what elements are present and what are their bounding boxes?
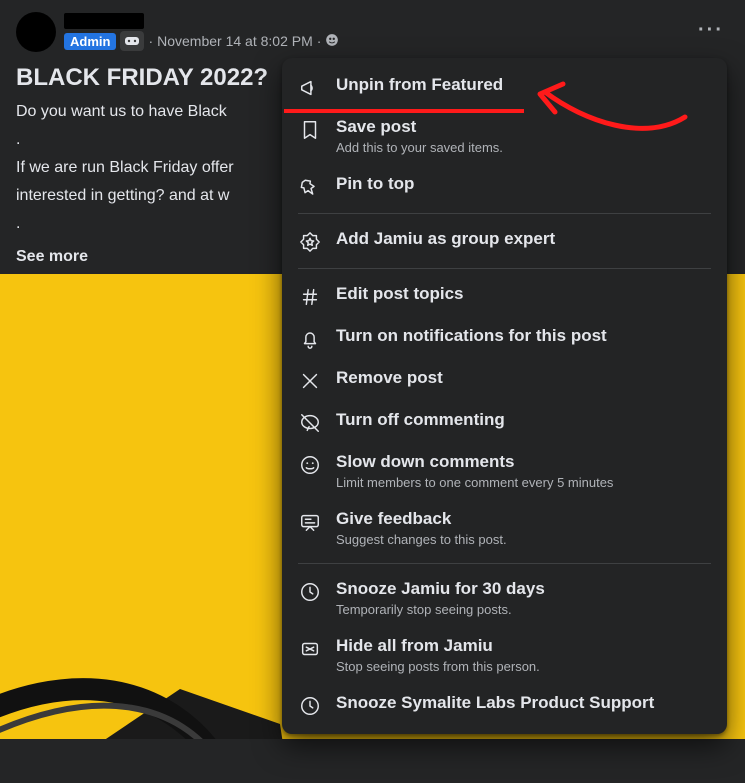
post-timestamp[interactable]: November 14 at 8:02 PM xyxy=(157,33,313,49)
menu-item-label: Turn off commenting xyxy=(336,409,505,431)
menu-item-snooze-group[interactable]: Snooze Symalite Labs Product Support xyxy=(282,684,727,726)
menu-item-sublabel: Add this to your saved items. xyxy=(336,140,503,157)
pin-icon xyxy=(298,175,322,199)
menu-item-text: Give feedback Suggest changes to this pos… xyxy=(336,508,507,549)
see-more-link[interactable]: See more xyxy=(16,248,88,266)
menu-item-text: Remove post xyxy=(336,367,443,389)
menu-item-text: Turn on notifications for this post xyxy=(336,325,607,347)
timestamp-row: Admin · November 14 at 8:02 PM · xyxy=(64,31,339,51)
menu-item-text: Add Jamiu as group expert xyxy=(336,228,555,250)
menu-item-label: Save post xyxy=(336,116,503,138)
menu-item-edit-topics[interactable]: Edit post topics xyxy=(282,275,727,317)
menu-item-feedback[interactable]: Give feedback Suggest changes to this pos… xyxy=(282,500,727,557)
menu-item-label: Pin to top xyxy=(336,173,414,195)
menu-item-add-expert[interactable]: Add Jamiu as group expert xyxy=(282,220,727,262)
menu-separator xyxy=(298,268,711,269)
menu-item-label: Unpin from Featured xyxy=(336,74,503,96)
mute-comment-icon xyxy=(298,411,322,435)
menu-item-sublabel: Stop seeing posts from this person. xyxy=(336,659,540,676)
menu-item-label: Edit post topics xyxy=(336,283,464,305)
face-icon xyxy=(298,453,322,477)
menu-item-turn-off-comment[interactable]: Turn off commenting xyxy=(282,401,727,443)
author-row xyxy=(64,13,339,29)
dot-sep: · xyxy=(148,33,153,49)
clock-icon xyxy=(298,694,322,718)
menu-item-label: Slow down comments xyxy=(336,451,613,473)
x-icon xyxy=(298,369,322,393)
post-options-menu: Unpin from Featured Save post Add this to … xyxy=(282,58,727,734)
menu-item-hide-all[interactable]: Hide all from Jamiu Stop seeing posts fro… xyxy=(282,627,727,684)
admin-badge: Admin xyxy=(64,33,116,50)
dot-sep: · xyxy=(317,33,322,49)
menu-item-sublabel: Limit members to one comment every 5 min… xyxy=(336,475,613,492)
menu-item-label: Hide all from Jamiu xyxy=(336,635,540,657)
menu-item-snooze[interactable]: Snooze Jamiu for 30 days Temporarily stop… xyxy=(282,570,727,627)
ellipsis-icon: ··· xyxy=(698,19,724,42)
menu-item-text: Snooze Symalite Labs Product Support xyxy=(336,692,654,714)
megaphone-icon xyxy=(298,76,322,100)
menu-item-label: Turn on notifications for this post xyxy=(336,325,607,347)
hash-icon xyxy=(298,285,322,309)
more-options-button[interactable]: ··· xyxy=(693,12,729,48)
menu-item-remove-post[interactable]: Remove post xyxy=(282,359,727,401)
menu-item-text: Hide all from Jamiu Stop seeing posts fro… xyxy=(336,635,540,676)
privacy-icon[interactable] xyxy=(325,33,339,50)
menu-item-text: Edit post topics xyxy=(336,283,464,305)
hide-icon xyxy=(298,637,322,661)
menu-item-text: Unpin from Featured xyxy=(336,74,503,96)
menu-item-text: Slow down comments Limit members to one c… xyxy=(336,451,613,492)
menu-item-label: Snooze Symalite Labs Product Support xyxy=(336,692,654,714)
menu-item-text: Turn off commenting xyxy=(336,409,505,431)
menu-item-text: Pin to top xyxy=(336,173,414,195)
menu-item-notifications[interactable]: Turn on notifications for this post xyxy=(282,317,727,359)
header-meta: Admin · November 14 at 8:02 PM · xyxy=(64,13,339,51)
menu-item-unpin-featured[interactable]: Unpin from Featured xyxy=(282,66,727,108)
clock-icon xyxy=(298,580,322,604)
menu-item-save-post[interactable]: Save post Add this to your saved items. xyxy=(282,108,727,165)
menu-item-sublabel: Temporarily stop seeing posts. xyxy=(336,602,545,619)
menu-item-sublabel: Suggest changes to this post. xyxy=(336,532,507,549)
menu-separator xyxy=(298,563,711,564)
bell-icon xyxy=(298,327,322,351)
annotation-underline xyxy=(284,109,524,113)
post-header: Admin · November 14 at 8:02 PM · ··· xyxy=(0,0,745,52)
menu-item-label: Remove post xyxy=(336,367,443,389)
menu-item-label: Give feedback xyxy=(336,508,507,530)
badge-star-icon xyxy=(298,230,322,254)
menu-item-label: Add Jamiu as group expert xyxy=(336,228,555,250)
post-card: Admin · November 14 at 8:02 PM · ··· BLA… xyxy=(0,0,745,783)
menu-separator xyxy=(298,213,711,214)
author-name-redacted[interactable] xyxy=(64,13,144,29)
menu-item-text: Save post Add this to your saved items. xyxy=(336,116,503,157)
menu-item-slow-comments[interactable]: Slow down comments Limit members to one c… xyxy=(282,443,727,500)
menu-item-text: Snooze Jamiu for 30 days Temporarily stop… xyxy=(336,578,545,619)
avatar[interactable] xyxy=(16,12,56,52)
feedback-icon xyxy=(298,510,322,534)
bookmark-icon xyxy=(298,118,322,142)
menu-item-pin-top[interactable]: Pin to top xyxy=(282,165,727,207)
game-badge[interactable] xyxy=(120,31,144,51)
menu-item-label: Snooze Jamiu for 30 days xyxy=(336,578,545,600)
